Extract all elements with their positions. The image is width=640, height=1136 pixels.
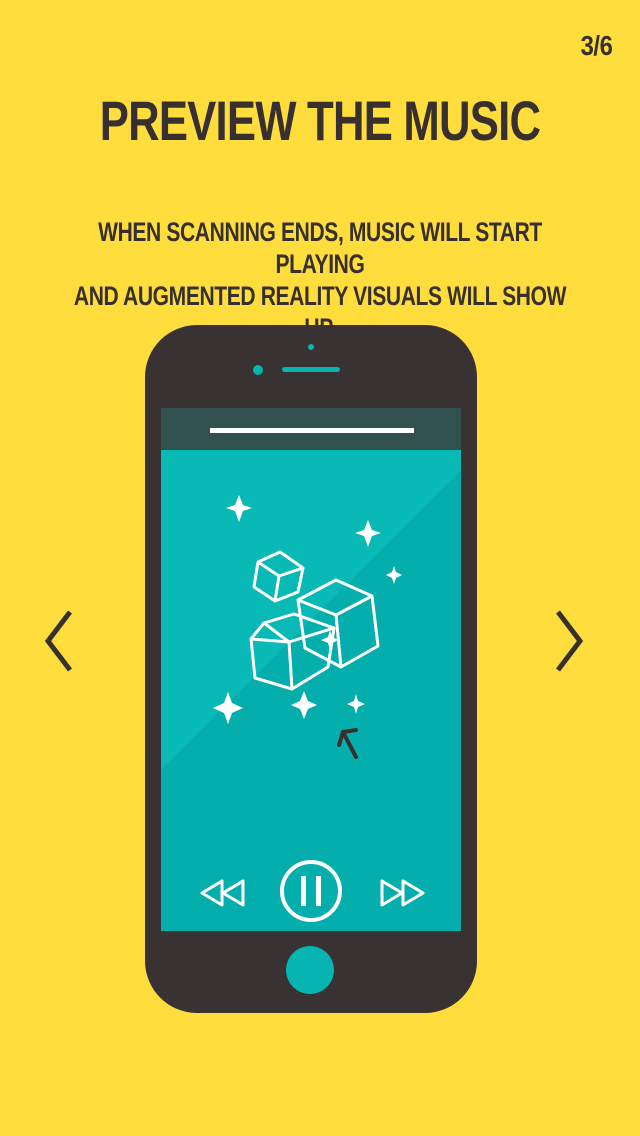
phone-sensor bbox=[308, 344, 314, 350]
home-button bbox=[286, 946, 334, 994]
phone-camera bbox=[253, 365, 263, 375]
phone-illustration bbox=[145, 325, 477, 1013]
phone-speaker bbox=[282, 367, 340, 372]
progress-bar bbox=[210, 428, 414, 433]
